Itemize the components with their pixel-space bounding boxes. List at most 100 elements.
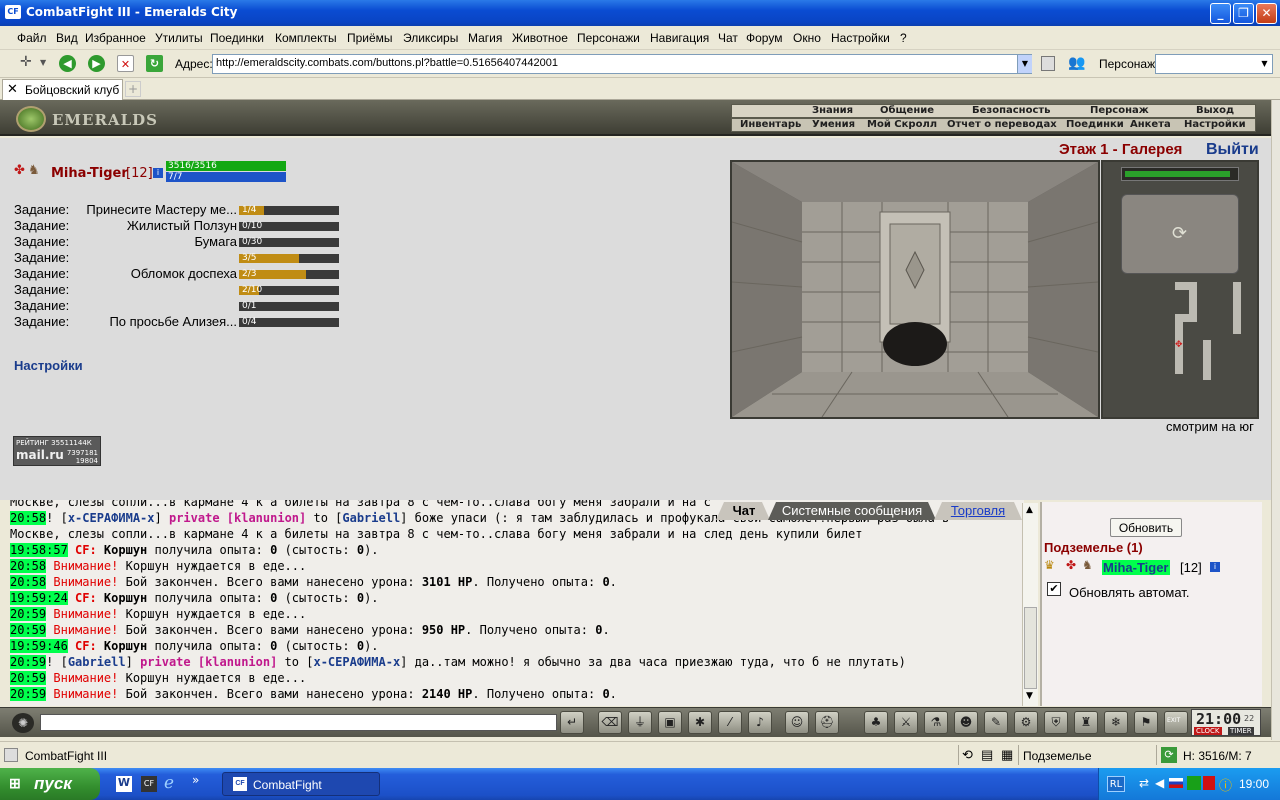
menu-file[interactable]: Файл <box>17 31 47 45</box>
minimap[interactable]: ⟳ ✥ <box>1101 160 1259 419</box>
quest-row[interactable]: Задание: Жилистый Ползун 0/10 <box>14 218 344 234</box>
info-icon[interactable]: i <box>1210 562 1220 572</box>
new-tab-icon[interactable]: + <box>125 81 141 97</box>
chat-timestamp[interactable]: 20:59 <box>10 655 47 669</box>
nav-duels[interactable]: Поединки <box>1066 119 1124 130</box>
timer-label[interactable]: TIMER <box>1228 727 1254 735</box>
character-select[interactable]: ▼ <box>1155 54 1273 74</box>
menu-chat[interactable]: Чат <box>718 31 738 45</box>
page-icon[interactable] <box>1041 56 1055 71</box>
menu-animal[interactable]: Животное <box>512 31 568 45</box>
quest-row[interactable]: Задание: По просьбе Ализея... 0/4 <box>14 314 344 330</box>
taskbar-item-combatfight[interactable]: CF CombatFight <box>222 772 380 796</box>
menu-favorites[interactable]: Избранное <box>85 31 146 45</box>
close-tab-icon[interactable]: ✕ <box>7 81 18 97</box>
chat-timestamp[interactable]: 19:58:57 <box>10 543 68 557</box>
helmet-icon[interactable]: ⛑ <box>815 711 839 734</box>
nav-inventory[interactable]: Инвентарь <box>740 119 801 130</box>
chat-timestamp[interactable]: 20:58 <box>10 559 47 573</box>
nav-character[interactable]: Персонаж <box>1090 105 1149 116</box>
turn-icon[interactable]: ⟳ <box>1172 223 1187 244</box>
room-user-name[interactable]: Miha-Tiger <box>1102 560 1170 575</box>
menu-navigation[interactable]: Навигация <box>650 31 709 45</box>
tab-system-messages[interactable]: Системные сообщения <box>776 502 928 520</box>
menu-forum[interactable]: Форум <box>746 31 782 45</box>
flag-icon[interactable] <box>1169 778 1183 788</box>
flask-icon[interactable]: ⚗ <box>924 711 948 734</box>
sound-icon[interactable]: ♪ <box>748 711 772 734</box>
nav-transfer-report[interactable]: Отчет о переводах <box>947 119 1057 130</box>
chat-timestamp[interactable]: 19:59:46 <box>10 639 68 653</box>
menu-magic[interactable]: Магия <box>468 31 502 45</box>
pin-icon[interactable]: ✛ <box>20 54 32 70</box>
security-icon[interactable]: ⓘ <box>1219 775 1232 794</box>
users-icon[interactable]: 👥 <box>1068 55 1085 71</box>
chat-scrollbar[interactable]: ▲ ▼ <box>1022 503 1038 706</box>
quest-row[interactable]: Задание: 3/5 <box>14 250 344 266</box>
quest-name[interactable]: Обломок доспеха <box>131 266 237 281</box>
volume-icon[interactable]: ◀ <box>1155 776 1164 790</box>
nav-security[interactable]: Безопасность <box>972 105 1051 116</box>
app-tray-icon[interactable] <box>1187 776 1201 790</box>
chat-input[interactable] <box>40 714 557 731</box>
chat-nick[interactable]: х-СЕРАФИМА-х <box>313 655 400 669</box>
ie-icon[interactable]: ℯ <box>164 773 174 793</box>
page-scrollbar[interactable] <box>1271 100 1280 740</box>
exit-link[interactable]: Выйти <box>1206 141 1259 159</box>
eraser-icon[interactable]: ⌫ <box>598 711 622 734</box>
save-icon[interactable]: ▣ <box>658 711 682 734</box>
nav-settings[interactable]: Настройки <box>1184 119 1246 130</box>
chat-mode-icon[interactable]: ✺ <box>12 713 34 733</box>
chat-timestamp[interactable]: 20:58 <box>10 575 47 589</box>
enter-icon[interactable]: ↵ <box>560 711 584 734</box>
crown-icon[interactable]: ♛ <box>1044 558 1055 572</box>
chat-nick[interactable]: х-СЕРАФИМА-х <box>68 511 155 525</box>
close-icon[interactable]: ✕ <box>1256 3 1277 24</box>
chat-private-tag[interactable]: private [klanunion] <box>169 511 306 525</box>
nav-communication[interactable]: Общение <box>880 105 934 116</box>
scroll-icon[interactable]: ✎ <box>984 711 1008 734</box>
nav-knowledge[interactable]: Знания <box>812 105 853 116</box>
nav-my-scroll[interactable]: Мой Скролл <box>867 119 937 130</box>
chat-timestamp[interactable]: 19:59:24 <box>10 591 68 605</box>
exit-icon[interactable]: EXIT <box>1164 711 1188 734</box>
rating-counter[interactable]: РЕЙТИНГ 35511144К mail.ru 7397181 19804 <box>13 436 101 466</box>
chat-timestamp[interactable]: 20:59 <box>10 671 47 685</box>
auto-refresh-checkbox[interactable]: ✔ <box>1047 582 1061 596</box>
menu-window[interactable]: Окно <box>793 31 821 45</box>
direction-pad[interactable]: ⟳ <box>1121 194 1239 274</box>
info-icon[interactable]: i <box>153 168 163 178</box>
history-icon[interactable]: ⟲ <box>962 747 973 763</box>
network-icon[interactable]: ⇄ <box>1139 776 1149 790</box>
snowflake-icon[interactable]: ❄ <box>1104 711 1128 734</box>
filter-icon[interactable]: ⏚ <box>628 711 652 734</box>
lock-icon[interactable]: ▦ <box>1001 747 1013 763</box>
menu-utilities[interactable]: Утилиты <box>155 31 203 45</box>
maximize-icon[interactable]: ❐ <box>1233 3 1254 24</box>
quest-name[interactable]: По просьбе Ализея... <box>109 314 237 329</box>
tab-fight-club[interactable]: ✕ Бойцовский клуб <box>2 79 123 100</box>
split-icon[interactable]: ⁄ <box>718 711 742 734</box>
book-icon[interactable]: ▤ <box>981 747 993 763</box>
back-icon[interactable]: ◀ <box>59 55 76 72</box>
quest-row[interactable]: Задание: 0/1 <box>14 298 344 314</box>
cf-icon[interactable]: CF <box>141 776 157 792</box>
menu-sets[interactable]: Комплекты <box>275 31 337 45</box>
stop-icon[interactable]: ✕ <box>117 55 134 72</box>
scroll-thumb[interactable] <box>1024 607 1037 689</box>
address-dropdown-icon[interactable]: ▼ <box>1017 55 1032 73</box>
start-button[interactable]: ⊞ пуск <box>0 768 100 800</box>
sword-icon[interactable]: ⚔ <box>894 711 918 734</box>
chat-timestamp[interactable]: 20:59 <box>10 623 47 637</box>
language-indicator[interactable]: RL <box>1107 776 1125 792</box>
refresh-icon[interactable]: ↻ <box>146 55 163 72</box>
menu-techniques[interactable]: Приёмы <box>347 31 393 45</box>
mask-icon[interactable]: ☻ <box>954 711 978 734</box>
quest-row[interactable]: Задание: Обломок доспеха 2/3 <box>14 266 344 282</box>
app-tray-icon[interactable] <box>1203 776 1215 790</box>
scroll-down-icon[interactable]: ▼ <box>1026 691 1033 701</box>
minimize-icon[interactable]: _ <box>1210 3 1231 24</box>
nav-skills[interactable]: Умения <box>812 119 855 130</box>
quest-row[interactable]: Задание: Бумага 0/30 <box>14 234 344 250</box>
menu-help[interactable]: ? <box>900 31 907 45</box>
